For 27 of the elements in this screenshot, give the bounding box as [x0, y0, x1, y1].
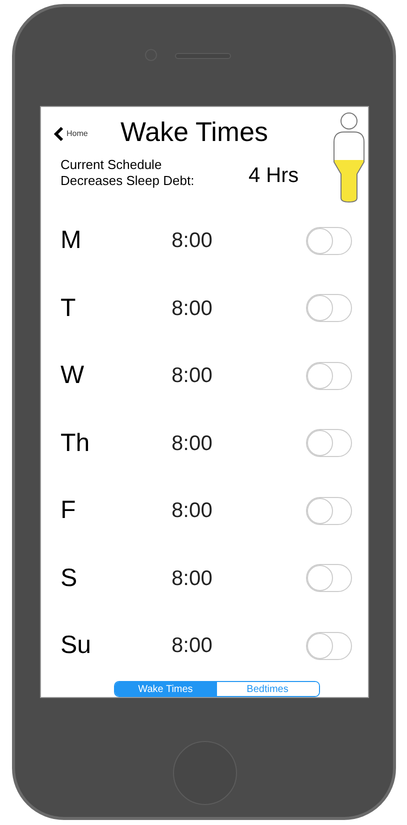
toggle-switch[interactable] — [306, 632, 352, 660]
toggle-switch[interactable] — [306, 362, 352, 390]
wake-time: 8:00 — [170, 228, 214, 254]
day-label: Su — [60, 630, 92, 661]
day-label: M — [60, 225, 82, 256]
day-label: Th — [60, 428, 91, 458]
day-label: T — [60, 292, 77, 324]
wake-time: 8:00 — [170, 498, 214, 524]
toggle-switch[interactable] — [306, 429, 352, 458]
day-label: W — [60, 360, 86, 391]
wake-time: 8:00 — [170, 430, 214, 456]
day-label: S — [60, 562, 78, 594]
summary-value: 4 Hrs — [248, 165, 299, 186]
day-label: F — [60, 495, 77, 526]
toggle-switch[interactable] — [306, 496, 352, 525]
wake-time: 8:00 — [170, 363, 214, 389]
back-button[interactable]: Home — [52, 127, 88, 141]
wake-time: 8:00 — [170, 633, 214, 659]
wake-time: 8:00 — [170, 566, 214, 592]
toggle-switch[interactable] — [306, 564, 352, 592]
wake-time: 8:00 — [170, 296, 214, 322]
segment-tab[interactable]: Wake Times — [114, 682, 216, 696]
back-chevron-icon — [52, 127, 64, 141]
toggle-switch[interactable] — [306, 294, 352, 322]
summary-label: Current Schedule Decreases Sleep Debt: — [60, 157, 196, 189]
toggle-switch[interactable] — [306, 226, 352, 255]
screen-title: Wake Times — [120, 119, 268, 146]
